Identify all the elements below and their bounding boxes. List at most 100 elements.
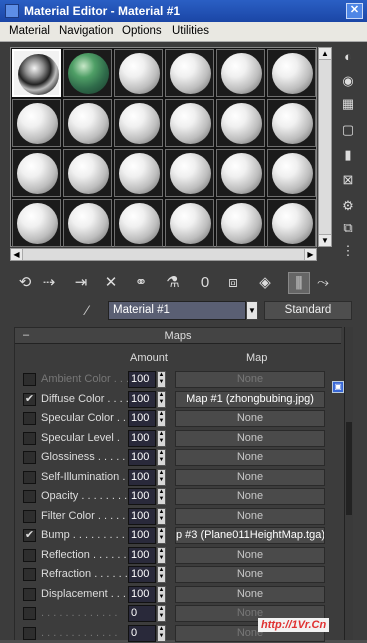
sample-slot[interactable] xyxy=(114,99,163,147)
sample-slot[interactable] xyxy=(12,99,61,147)
scroll-down-icon[interactable]: ▼ xyxy=(319,234,331,246)
sample-type-icon[interactable]: ◐ xyxy=(339,48,357,65)
material-name-dropdown[interactable]: ▼ xyxy=(246,301,258,320)
sample-slot[interactable] xyxy=(63,149,112,197)
scroll-up-icon[interactable]: ▲ xyxy=(319,48,331,60)
amount-spinner[interactable]: ▲ ▼ xyxy=(157,488,166,505)
sample-slot[interactable] xyxy=(165,99,214,147)
maps-rollout-header[interactable]: – Maps xyxy=(15,328,341,344)
background-icon[interactable]: ▦ xyxy=(339,95,357,112)
map-amount-field[interactable]: 100 xyxy=(128,488,156,505)
reset-map-icon[interactable]: ✕ xyxy=(100,272,122,294)
put-to-library-icon[interactable]: ⚗ xyxy=(162,272,184,294)
amount-spinner[interactable]: ▲ ▼ xyxy=(157,507,166,525)
map-enable-checkbox[interactable] xyxy=(23,470,36,484)
sample-slot[interactable] xyxy=(216,199,265,247)
sample-uv-tiling-icon[interactable]: ▢ xyxy=(339,121,357,138)
map-slot-button[interactable]: Map #1 (zhongbubing.jpg) xyxy=(175,390,325,408)
map-amount-field[interactable]: 0 xyxy=(128,624,156,642)
map-enable-checkbox[interactable]: ✔ xyxy=(23,392,36,406)
sample-slot[interactable] xyxy=(12,199,61,247)
material-type-button[interactable]: Standard xyxy=(264,301,352,320)
map-slot-button[interactable]: None xyxy=(175,468,325,486)
scroll-left-icon[interactable]: ◀ xyxy=(11,249,23,260)
map-enable-checkbox[interactable] xyxy=(23,412,36,425)
sample-slot[interactable] xyxy=(216,49,265,97)
assign-to-selection-icon[interactable]: ⇥ xyxy=(70,272,92,294)
map-enable-checkbox[interactable] xyxy=(23,373,36,386)
map-amount-field[interactable]: 100 xyxy=(128,410,156,427)
map-enable-checkbox[interactable] xyxy=(23,509,36,523)
sample-slot[interactable] xyxy=(267,99,316,147)
show-end-result-icon[interactable]: ◈ xyxy=(254,272,276,294)
lock-icon[interactable]: ▣ xyxy=(332,381,344,393)
get-material-icon[interactable]: ⟲ xyxy=(14,272,36,294)
go-to-parent-icon[interactable]: ⫼ xyxy=(288,272,310,294)
sample-slot[interactable] xyxy=(12,149,61,197)
map-amount-field[interactable]: 100 xyxy=(128,371,156,388)
sample-slot[interactable] xyxy=(267,49,316,97)
map-slot-button[interactable]: None xyxy=(175,546,325,564)
amount-spinner[interactable]: ▲ ▼ xyxy=(157,527,166,544)
pick-material-icon[interactable]: ⁄ xyxy=(86,302,88,318)
map-slot-button[interactable]: None xyxy=(175,507,325,525)
map-amount-field[interactable]: 100 xyxy=(128,507,156,525)
panel-scroll-thumb[interactable] xyxy=(346,422,352,515)
menu-material[interactable]: Material xyxy=(9,25,50,37)
amount-spinner[interactable]: ▲ ▼ xyxy=(157,390,166,408)
material-name-field[interactable]: Material #1 xyxy=(108,301,246,320)
map-enable-checkbox[interactable] xyxy=(23,587,36,601)
sample-slot[interactable] xyxy=(63,199,112,247)
vertical-scrollbar[interactable]: ▲ ▼ xyxy=(318,47,332,247)
map-slot-button[interactable]: None xyxy=(175,585,325,603)
map-amount-field[interactable]: 100 xyxy=(128,585,156,603)
map-amount-field[interactable]: 100 xyxy=(128,566,156,583)
map-enable-checkbox[interactable]: ✔ xyxy=(23,529,36,542)
map-enable-checkbox[interactable] xyxy=(23,431,36,445)
go-forward-to-sibling-icon[interactable]: ⤳ xyxy=(312,272,334,294)
map-amount-field[interactable]: 100 xyxy=(128,390,156,408)
map-amount-field[interactable]: 0 xyxy=(128,605,156,622)
video-color-check-icon[interactable]: ▮ xyxy=(339,146,357,163)
map-slot-button[interactable]: None xyxy=(175,410,325,427)
close-button[interactable]: ✕ xyxy=(346,3,363,19)
sample-slot[interactable] xyxy=(267,199,316,247)
scroll-right-icon[interactable]: ▶ xyxy=(304,249,316,260)
amount-spinner[interactable]: ▲ ▼ xyxy=(157,468,166,486)
sample-slot[interactable] xyxy=(114,149,163,197)
horizontal-scrollbar[interactable]: ◀ ▶ xyxy=(10,248,317,261)
amount-spinner[interactable]: ▲ ▼ xyxy=(157,605,166,622)
map-slot-button[interactable]: None xyxy=(175,449,325,466)
sample-slot[interactable] xyxy=(216,99,265,147)
amount-spinner[interactable]: ▲ ▼ xyxy=(157,449,166,466)
material-effects-channel-icon[interactable]: 0 xyxy=(194,272,216,294)
select-by-material-icon[interactable]: ⧉ xyxy=(339,219,357,236)
map-enable-checkbox[interactable] xyxy=(23,490,36,503)
menu-utilities[interactable]: Utilities xyxy=(172,25,209,37)
sample-slot[interactable] xyxy=(114,49,163,97)
map-slot-button[interactable]: None xyxy=(175,429,325,447)
amount-spinner[interactable]: ▲ ▼ xyxy=(157,585,166,603)
amount-spinner[interactable]: ▲ ▼ xyxy=(157,371,166,388)
map-amount-field[interactable]: 100 xyxy=(128,527,156,544)
sample-slot[interactable] xyxy=(216,149,265,197)
amount-spinner[interactable]: ▲ ▼ xyxy=(157,624,166,642)
sample-slot[interactable] xyxy=(114,199,163,247)
map-enable-checkbox[interactable] xyxy=(23,568,36,581)
map-slot-button[interactable]: None xyxy=(175,488,325,505)
map-amount-field[interactable]: 100 xyxy=(128,546,156,564)
sample-slot[interactable] xyxy=(12,49,61,97)
sample-slot[interactable] xyxy=(267,149,316,197)
make-unique-icon[interactable]: ⚭ xyxy=(130,272,152,294)
map-amount-field[interactable]: 100 xyxy=(128,429,156,447)
sample-slot[interactable] xyxy=(165,199,214,247)
map-slot-button[interactable]: p #3 (Plane011HeightMap.tga) xyxy=(175,527,325,544)
map-enable-checkbox[interactable] xyxy=(23,548,36,562)
map-enable-checkbox[interactable] xyxy=(23,607,36,620)
map-slot-button[interactable]: None xyxy=(175,371,325,388)
map-enable-checkbox[interactable] xyxy=(23,451,36,464)
amount-spinner[interactable]: ▲ ▼ xyxy=(157,429,166,447)
menu-options[interactable]: Options xyxy=(122,25,162,37)
show-map-in-viewport-icon[interactable]: ⧈ xyxy=(222,272,244,294)
amount-spinner[interactable]: ▲ ▼ xyxy=(157,546,166,564)
